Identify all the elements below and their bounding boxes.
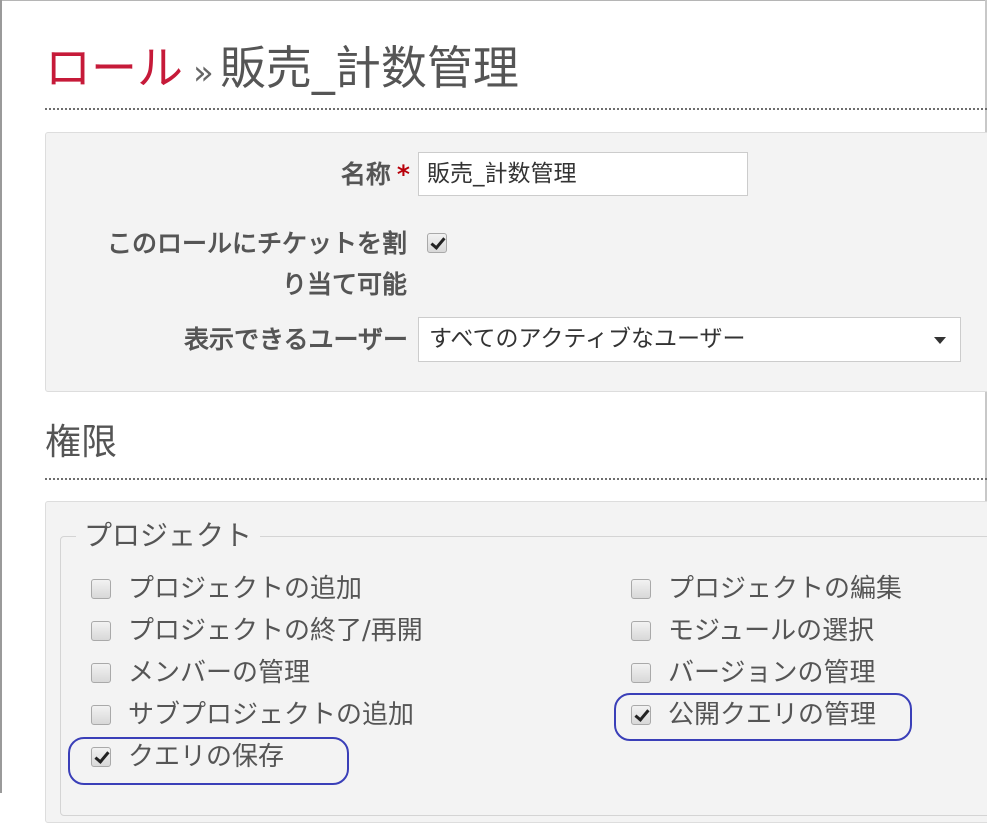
perm-label: プロジェクトの終了/再開 bbox=[128, 616, 423, 646]
permissions-divider bbox=[45, 478, 987, 480]
perm-add-project-checkbox[interactable] bbox=[91, 579, 111, 599]
visible-users-select[interactable]: すべてのアクティブなユーザー bbox=[418, 317, 961, 362]
perm-label: バージョンの管理 bbox=[668, 658, 876, 688]
assignable-checkbox[interactable] bbox=[427, 233, 447, 253]
perm-label: モジュールの選択 bbox=[668, 616, 875, 646]
highlight-annotation-public-queries bbox=[614, 693, 912, 741]
perm-label: メンバーの管理 bbox=[128, 658, 311, 688]
role-name-title: 販売_計数管理 bbox=[219, 41, 519, 95]
perm-edit-project-checkbox[interactable] bbox=[631, 579, 651, 599]
page-title: ロール» 販売_計数管理 bbox=[45, 38, 519, 98]
highlight-annotation-save-queries bbox=[68, 737, 349, 785]
window-left-edge bbox=[0, 0, 2, 793]
breadcrumb-separator: » bbox=[193, 53, 214, 93]
visible-users-label: 表示できるユーザー bbox=[183, 325, 408, 354]
dropdown-arrow-icon bbox=[934, 337, 946, 344]
perm-close-project-checkbox[interactable] bbox=[91, 621, 111, 641]
name-label: 名称 * bbox=[340, 160, 410, 189]
title-divider bbox=[45, 108, 987, 110]
perm-label: プロジェクトの追加 bbox=[128, 574, 363, 604]
window-top-edge bbox=[0, 0, 987, 1]
perm-manage-versions-checkbox[interactable] bbox=[631, 663, 651, 683]
required-mark: * bbox=[396, 160, 410, 189]
project-legend: プロジェクト bbox=[76, 516, 261, 556]
perm-manage-members-checkbox[interactable] bbox=[91, 663, 111, 683]
name-input[interactable]: 販売_計数管理 bbox=[418, 152, 748, 196]
breadcrumb-roles-link[interactable]: ロール bbox=[45, 41, 183, 95]
perm-label: プロジェクトの編集 bbox=[668, 574, 903, 604]
visible-users-selected-value: すべてのアクティブなユーザー bbox=[429, 326, 746, 352]
permissions-heading: 権限 bbox=[45, 422, 118, 463]
perm-select-modules-checkbox[interactable] bbox=[631, 621, 651, 641]
perm-add-subprojects-checkbox[interactable] bbox=[91, 705, 111, 725]
perm-label: サブプロジェクトの追加 bbox=[128, 700, 415, 730]
assignable-label: このロールにチケットを割 り当て可能 bbox=[106, 229, 407, 299]
